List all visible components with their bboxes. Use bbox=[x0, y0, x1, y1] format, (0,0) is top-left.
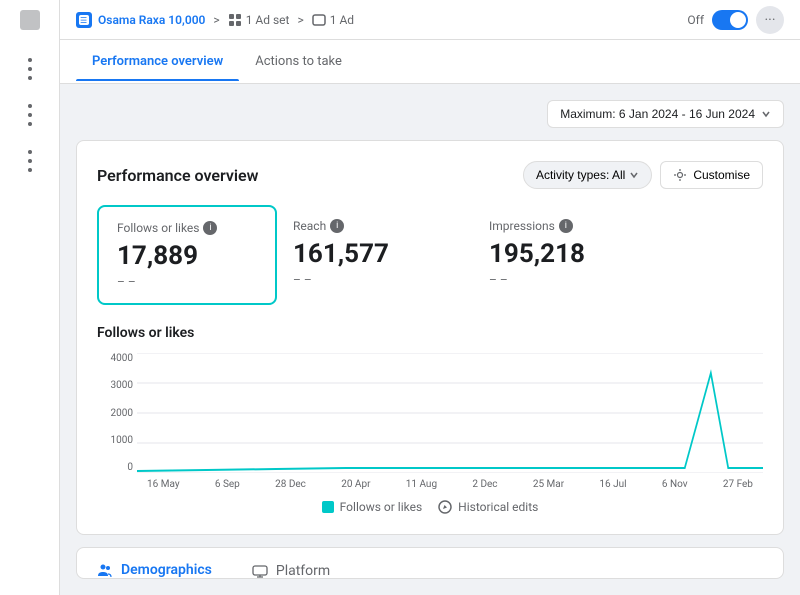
metric-label-follows: Follows or likes i bbox=[117, 221, 257, 235]
y-axis-labels: 4000 3000 2000 1000 0 bbox=[97, 353, 133, 473]
chart-legend: Follows or likes Historical edits bbox=[97, 500, 763, 514]
breadcrumb-sep-1: > bbox=[213, 13, 219, 27]
chart-section: Follows or likes 4000 3000 2000 1000 0 bbox=[97, 325, 763, 514]
y-label-2000: 2000 bbox=[97, 408, 133, 419]
sidebar bbox=[0, 0, 60, 595]
reach-info-icon[interactable]: i bbox=[330, 219, 344, 233]
tab-performance-overview[interactable]: Performance overview bbox=[76, 42, 239, 81]
legend-follows-color bbox=[322, 501, 334, 513]
customise-button[interactable]: Customise bbox=[660, 161, 763, 189]
x-label-feb: 27 Feb bbox=[723, 479, 753, 490]
platform-tab-label: Platform bbox=[276, 563, 330, 579]
content-area: Maximum: 6 Jan 2024 - 16 Jun 2024 Perfor… bbox=[60, 84, 800, 595]
tab-actions-to-take[interactable]: Actions to take bbox=[239, 42, 358, 81]
breadcrumb-sep-2: > bbox=[297, 13, 303, 27]
metric-value-follows: 17,889 bbox=[117, 241, 257, 271]
tab-demographics[interactable]: Demographics bbox=[77, 548, 232, 579]
metric-value-reach: 161,577 bbox=[293, 239, 455, 269]
x-label-jul: 16 Jul bbox=[599, 479, 626, 490]
x-label-mar: 25 Mar bbox=[533, 479, 564, 490]
demographics-card: Demographics Platform Age and gender dis… bbox=[76, 547, 784, 579]
main-tabs: Performance overview Actions to take bbox=[60, 40, 800, 84]
sidebar-dots-2[interactable] bbox=[28, 104, 32, 126]
activity-types-label: Activity types: All bbox=[536, 168, 625, 182]
x-label-sep: 6 Sep bbox=[215, 479, 240, 490]
edit-circle-icon bbox=[438, 500, 452, 514]
ad-label: 1 Ad bbox=[330, 13, 354, 27]
meta-icon: ☰ bbox=[76, 12, 92, 28]
metric-label-reach: Reach i bbox=[293, 219, 455, 233]
x-label-aug: 11 Aug bbox=[406, 479, 437, 490]
more-options-button[interactable]: ··· bbox=[756, 6, 784, 34]
breadcrumb: ☰ Osama Raxa 10,000 > 1 Ad set > 1 Ad bbox=[76, 12, 354, 28]
legend-follows: Follows or likes bbox=[322, 500, 422, 514]
campaign-name[interactable]: Osama Raxa 10,000 bbox=[98, 13, 205, 27]
card-title: Performance overview bbox=[97, 166, 258, 185]
metric-sub-follows: – – bbox=[117, 275, 257, 289]
topbar-right: Off ··· bbox=[687, 6, 784, 34]
y-label-3000: 3000 bbox=[97, 380, 133, 391]
chart-container: 4000 3000 2000 1000 0 bbox=[97, 353, 763, 490]
chart-svg bbox=[137, 353, 763, 473]
y-label-4000: 4000 bbox=[97, 353, 133, 364]
demographics-tab-label: Demographics bbox=[121, 562, 212, 578]
metric-follows-likes: Follows or likes i 17,889 – – bbox=[97, 205, 277, 305]
toggle-off-label: Off bbox=[687, 13, 704, 27]
chart-title: Follows or likes bbox=[97, 325, 763, 341]
svg-text:☰: ☰ bbox=[80, 16, 87, 25]
chart-x-labels: 16 May 6 Sep 28 Dec 20 Apr 11 Aug 2 Dec … bbox=[137, 479, 763, 490]
follows-info-icon[interactable]: i bbox=[203, 221, 217, 235]
metric-sub-reach: – – bbox=[293, 273, 455, 287]
x-label-dec2: 2 Dec bbox=[472, 479, 497, 490]
metric-value-impressions: 195,218 bbox=[489, 239, 651, 269]
campaign-toggle[interactable] bbox=[712, 10, 748, 30]
performance-overview-card: Performance overview Activity types: All… bbox=[76, 140, 784, 535]
tab-platform[interactable]: Platform bbox=[232, 548, 350, 579]
card-header: Performance overview Activity types: All… bbox=[97, 161, 763, 189]
sidebar-dots-1[interactable] bbox=[28, 58, 32, 80]
metric-reach: Reach i 161,577 – – bbox=[293, 205, 473, 305]
card-controls: Activity types: All Customise bbox=[523, 161, 763, 189]
adset-breadcrumb: 1 Ad set bbox=[228, 13, 290, 27]
customise-label: Customise bbox=[693, 168, 750, 182]
x-label-dec: 28 Dec bbox=[275, 479, 306, 490]
metrics-row: Follows or likes i 17,889 – – Reach i 16… bbox=[97, 205, 763, 305]
activity-types-button[interactable]: Activity types: All bbox=[523, 161, 652, 189]
x-label-nov: 6 Nov bbox=[662, 479, 688, 490]
date-range-bar: Maximum: 6 Jan 2024 - 16 Jun 2024 bbox=[76, 100, 784, 128]
metric-impressions: Impressions i 195,218 – – bbox=[489, 205, 669, 305]
demo-tabs: Demographics Platform bbox=[77, 548, 783, 579]
legend-historical: Historical edits bbox=[438, 500, 538, 514]
main-panel: ☰ Osama Raxa 10,000 > 1 Ad set > 1 Ad Of… bbox=[60, 0, 800, 595]
adset-label: 1 Ad set bbox=[246, 13, 290, 27]
legend-follows-label: Follows or likes bbox=[340, 500, 422, 514]
x-label-apr: 20 Apr bbox=[341, 479, 370, 490]
metric-sub-impressions: – – bbox=[489, 273, 651, 287]
demographics-tab-icon bbox=[97, 562, 113, 578]
x-label-may: 16 May bbox=[147, 479, 180, 490]
date-range-label: Maximum: 6 Jan 2024 - 16 Jun 2024 bbox=[560, 107, 755, 121]
legend-historical-label: Historical edits bbox=[458, 500, 538, 514]
metric-label-impressions: Impressions i bbox=[489, 219, 651, 233]
y-label-1000: 1000 bbox=[97, 435, 133, 446]
sidebar-dots-3[interactable] bbox=[28, 150, 32, 172]
impressions-info-icon[interactable]: i bbox=[559, 219, 573, 233]
sidebar-menu-icon[interactable] bbox=[20, 10, 40, 30]
date-range-button[interactable]: Maximum: 6 Jan 2024 - 16 Jun 2024 bbox=[547, 100, 784, 128]
platform-tab-icon bbox=[252, 563, 268, 579]
topbar: ☰ Osama Raxa 10,000 > 1 Ad set > 1 Ad Of… bbox=[60, 0, 800, 40]
ad-breadcrumb: 1 Ad bbox=[312, 13, 354, 27]
y-label-0: 0 bbox=[97, 462, 133, 473]
